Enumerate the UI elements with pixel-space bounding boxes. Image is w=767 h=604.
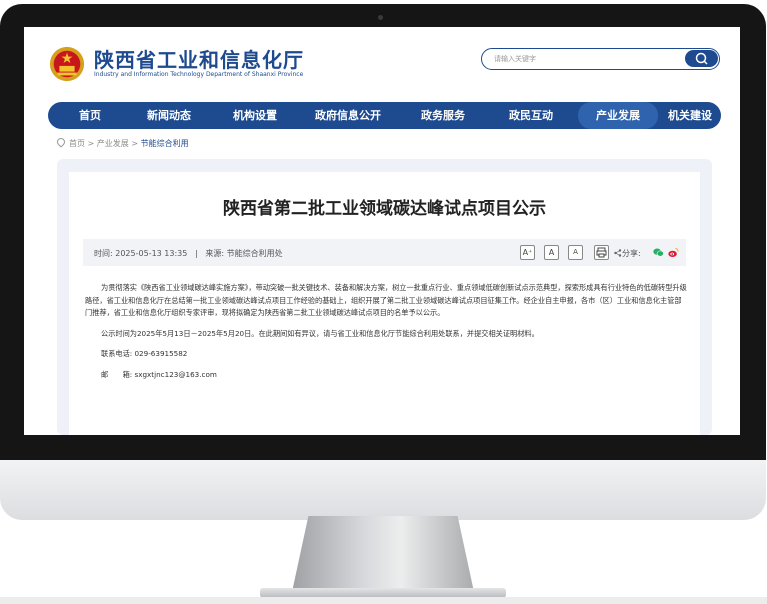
article-meta: 时间: 2025-05-13 13:35 | 来源: 节能综合利用处	[94, 248, 283, 259]
meta-separator: |	[194, 249, 198, 258]
nav-home[interactable]: 首页	[54, 102, 126, 129]
font-increase-button[interactable]: A⁺	[520, 245, 535, 260]
monitor-frame: 陕西省工业和信息化厅 Industry and Information Tech…	[0, 4, 766, 520]
article-card: 陕西省第二批工业领域碳达峰试点项目公示 时间: 2025-05-13 13:35…	[69, 172, 700, 435]
search-button[interactable]	[685, 50, 718, 67]
source-value: 节能综合利用处	[226, 249, 283, 258]
font-default-button[interactable]: A	[544, 245, 559, 260]
font-decrease-button[interactable]: A	[568, 245, 583, 260]
source-label: 来源:	[205, 249, 225, 258]
breadcrumb-home[interactable]: 首页	[69, 139, 85, 148]
search-input[interactable]	[494, 52, 664, 65]
publish-time: 2025-05-13 13:35	[115, 249, 188, 258]
breadcrumb: 首页 > 产业发展 > 节能综合利用	[55, 136, 189, 149]
article-title: 陕西省第二批工业领域碳达峰试点项目公示	[223, 199, 546, 219]
share-label: 分享:	[622, 249, 641, 258]
nav-organization[interactable]: 机构设置	[212, 102, 298, 129]
article-paragraph: 公示时间为2025年5月13日－2025年5月20日。在此期间如有异议，请与省工…	[101, 328, 539, 338]
time-label: 时间:	[94, 249, 113, 258]
search-icon	[695, 52, 708, 65]
search-box	[481, 48, 720, 70]
breadcrumb-industry[interactable]: 产业发展	[97, 139, 129, 148]
weibo-icon[interactable]	[668, 247, 679, 258]
nav-services[interactable]: 政务服务	[398, 102, 488, 129]
article-meta-bar: 时间: 2025-05-13 13:35 | 来源: 节能综合利用处 A⁺ A …	[83, 239, 686, 266]
share-icon	[614, 249, 622, 257]
breadcrumb-sep: >	[87, 139, 95, 148]
monitor-chin	[0, 460, 766, 520]
national-emblem-icon	[49, 46, 85, 82]
phone-value: 029-63915582	[134, 349, 188, 358]
nav-industry[interactable]: 产业发展	[578, 102, 658, 129]
camera-dot	[378, 15, 383, 20]
contact-phone: 联系电话: 029-63915582	[101, 348, 688, 361]
article-body: 为贯彻落实《陕西省工业领域碳达峰实施方案》，带动突破一批关键技术、装备和解决方案…	[85, 282, 688, 389]
wechat-icon[interactable]	[653, 248, 664, 257]
print-icon	[596, 247, 607, 258]
nav-news[interactable]: 新闻动态	[126, 102, 212, 129]
email-label: 邮 箱:	[101, 369, 133, 379]
main-nav: 首页 新闻动态 机构设置 政府信息公开 政务服务 政民互动 产业发展 机关建设	[48, 102, 721, 129]
breadcrumb-current[interactable]: 节能综合利用	[141, 139, 189, 148]
nav-gov-info[interactable]: 政府信息公开	[298, 102, 398, 129]
breadcrumb-sep: >	[131, 139, 139, 148]
nav-interaction[interactable]: 政民互动	[488, 102, 574, 129]
floor-strip	[0, 597, 767, 604]
contact-email: 邮 箱: sxgxtjnc123@163.com	[101, 369, 688, 382]
email-value[interactable]: sxgxtjnc123@163.com	[134, 370, 216, 379]
phone-label: 联系电话:	[101, 349, 133, 358]
site-title[interactable]: 陕西省工业和信息化厅	[94, 44, 304, 73]
print-button[interactable]	[594, 245, 609, 260]
browser-screen: 陕西省工业和信息化厅 Industry and Information Tech…	[24, 27, 740, 435]
article-paragraph: 为贯彻落实《陕西省工业领域碳达峰实施方案》，带动突破一批关键技术、装备和解决方案…	[85, 283, 687, 317]
monitor-stand	[292, 516, 474, 592]
location-icon	[55, 136, 67, 148]
share-area: 分享:	[614, 248, 641, 259]
site-subtitle: Industry and Information Technology Depa…	[94, 71, 304, 78]
nav-agency[interactable]: 机关建设	[660, 102, 720, 129]
